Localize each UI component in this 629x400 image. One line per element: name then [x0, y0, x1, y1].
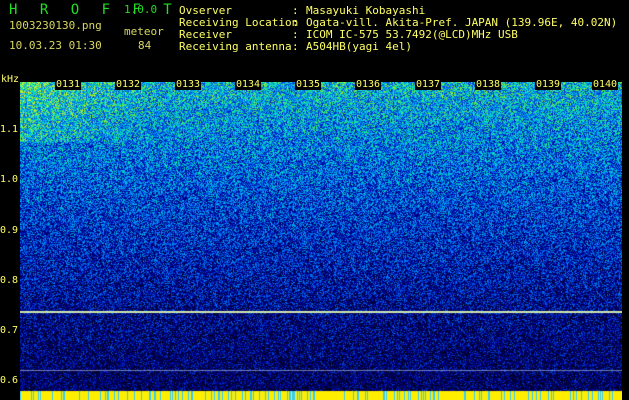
y-tick-label: 1.1 [0, 124, 19, 135]
x-tick-label: 0139 [535, 79, 562, 90]
x-tick-label: 0140 [592, 79, 619, 90]
y-tick-label: 1.0 [0, 174, 19, 185]
info-value: A504HB(yagi 4el) [306, 40, 412, 53]
spectrogram-canvas [20, 82, 622, 400]
spectrogram [20, 82, 622, 400]
header-panel: H R O F F T 1.0.0 1003230130.png 10.03.2… [0, 0, 629, 80]
info-separator: : [292, 40, 299, 53]
x-tick-label: 0131 [55, 79, 82, 90]
y-tick-label: 0.8 [0, 275, 19, 286]
meteor-label: meteor [124, 25, 164, 38]
x-tick-label: 0137 [415, 79, 442, 90]
x-tick-label: 0135 [295, 79, 322, 90]
app-version: 1.0.0 [124, 3, 158, 16]
capture-datetime: 10.03.23 01:30 [9, 39, 102, 52]
y-tick-label: 0.9 [0, 225, 19, 236]
meteor-count: 84 [138, 39, 152, 52]
y-tick-label: 0.7 [0, 325, 19, 336]
x-tick-label: 0133 [175, 79, 202, 90]
x-tick-label: 0136 [355, 79, 382, 90]
x-tick-label: 0138 [475, 79, 502, 90]
x-tick-label: 0134 [235, 79, 262, 90]
y-axis-unit: kHz [1, 74, 20, 85]
x-tick-label: 0132 [115, 79, 142, 90]
file-name: 1003230130.png [9, 19, 102, 32]
y-tick-label: 0.6 [0, 375, 19, 386]
info-key: Receiving antenna [179, 40, 292, 53]
